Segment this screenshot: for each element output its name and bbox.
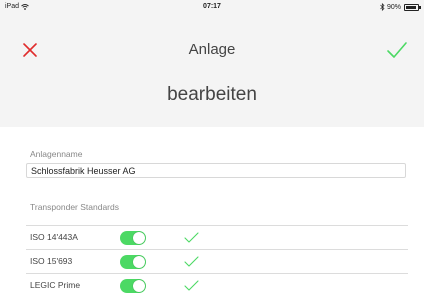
status-right: 90% [380,3,421,11]
name-label: Anlagenname [30,149,83,159]
standard-row: ISO 14'443A [26,225,408,249]
toggle-knob [133,256,145,268]
battery-percent: 90% [386,3,401,11]
standard-row: LEGIC Prime [26,273,408,297]
standard-label: ISO 14'443A [30,232,78,242]
standard-toggle[interactable] [120,255,146,269]
standard-row: ISO 15'693 [26,249,408,273]
clock: 07:17 [203,3,221,10]
status-bar: iPad 07:17 90% [0,0,424,14]
standard-label: LEGIC Prime [30,280,81,290]
toggle-knob [133,232,145,244]
checkmark-icon [184,280,199,291]
toggle-knob [133,280,145,292]
nav-header: Anlage bearbeiten [0,14,424,127]
page-subtitle: bearbeiten [167,84,257,105]
checkmark-icon [387,42,407,58]
save-button[interactable] [384,38,410,62]
name-field[interactable]: Schlossfabrik Heusser AG [26,163,406,178]
checkmark-icon [184,256,199,267]
bluetooth-icon [380,3,385,11]
standard-toggle[interactable] [120,279,146,293]
standard-label: ISO 15'693 [30,256,73,266]
standard-toggle[interactable] [120,231,146,245]
battery-icon [404,3,421,11]
checkmark-icon [184,232,199,243]
page-title: Anlage [188,41,236,58]
standards-label: Transponder Standards [30,202,119,212]
